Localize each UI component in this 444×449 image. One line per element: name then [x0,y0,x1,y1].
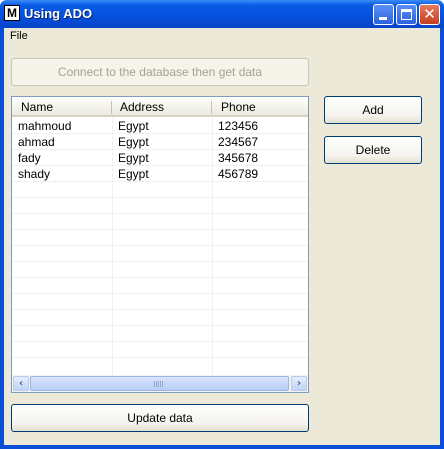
scroll-left-icon[interactable]: ‹ [13,376,29,391]
window-title: Using ADO [24,6,93,21]
column-header-address[interactable]: Address [120,100,164,114]
cell-address: Egypt [118,167,149,181]
empty-row [12,310,308,326]
cell-phone: 345678 [218,151,259,165]
delete-button[interactable]: Delete [324,136,422,164]
cell-phone: 123456 [218,119,259,133]
column-header-phone[interactable]: Phone [221,100,256,114]
scroll-right-icon[interactable]: › [291,376,307,391]
empty-row [12,246,308,262]
maximize-button[interactable] [396,4,417,25]
add-button[interactable]: Add [324,96,422,124]
scrollbar-thumb[interactable] [30,376,289,391]
column-divider[interactable] [211,101,212,114]
close-button[interactable]: ✕ [419,4,440,25]
cell-address: Egypt [118,119,149,133]
cell-phone: 234567 [218,135,259,149]
minimize-icon [379,17,387,20]
title-bar[interactable]: M Using ADO ✕ [0,0,444,28]
table-row[interactable]: shady Egypt 456789 [12,166,308,182]
cell-phone: 456789 [218,167,259,181]
cell-name: mahmoud [18,119,72,133]
window-client-area: File Connect to the database then get da… [4,28,440,445]
empty-row [12,214,308,230]
app-window: M Using ADO ✕ File Connect to the databa… [0,0,444,449]
table-row[interactable]: mahmoud Egypt 123456 [12,118,308,134]
cell-name: fady [18,151,41,165]
update-data-button[interactable]: Update data [11,404,309,432]
empty-row [12,326,308,342]
menu-file[interactable]: File [7,30,31,42]
grid-rows: mahmoud Egypt 123456 ahmad Egypt 234567 … [12,118,308,358]
table-row[interactable]: ahmad Egypt 234567 [12,134,308,150]
cell-address: Egypt [118,135,149,149]
cell-address: Egypt [118,151,149,165]
empty-row [12,278,308,294]
column-divider[interactable] [111,101,112,114]
close-icon: ✕ [423,5,436,23]
empty-row [12,294,308,310]
grid-header: Name Address Phone [12,97,308,117]
empty-row [12,230,308,246]
table-row[interactable]: fady Egypt 345678 [12,150,308,166]
maximize-icon [401,9,412,20]
cell-name: ahmad [18,135,55,149]
empty-row [12,182,308,198]
minimize-button[interactable] [373,4,394,25]
empty-row [12,262,308,278]
cell-name: shady [18,167,51,181]
app-icon: M [4,5,20,21]
grip-icon [154,381,163,387]
data-grid[interactable]: Name Address Phone mahmoud Egypt 123456 … [11,96,309,393]
horizontal-scrollbar[interactable]: ‹ › [12,375,308,392]
column-header-name[interactable]: Name [21,100,53,114]
empty-row [12,198,308,214]
connect-button[interactable]: Connect to the database then get data [11,58,309,86]
empty-row [12,342,308,358]
menu-bar: File [4,28,440,46]
